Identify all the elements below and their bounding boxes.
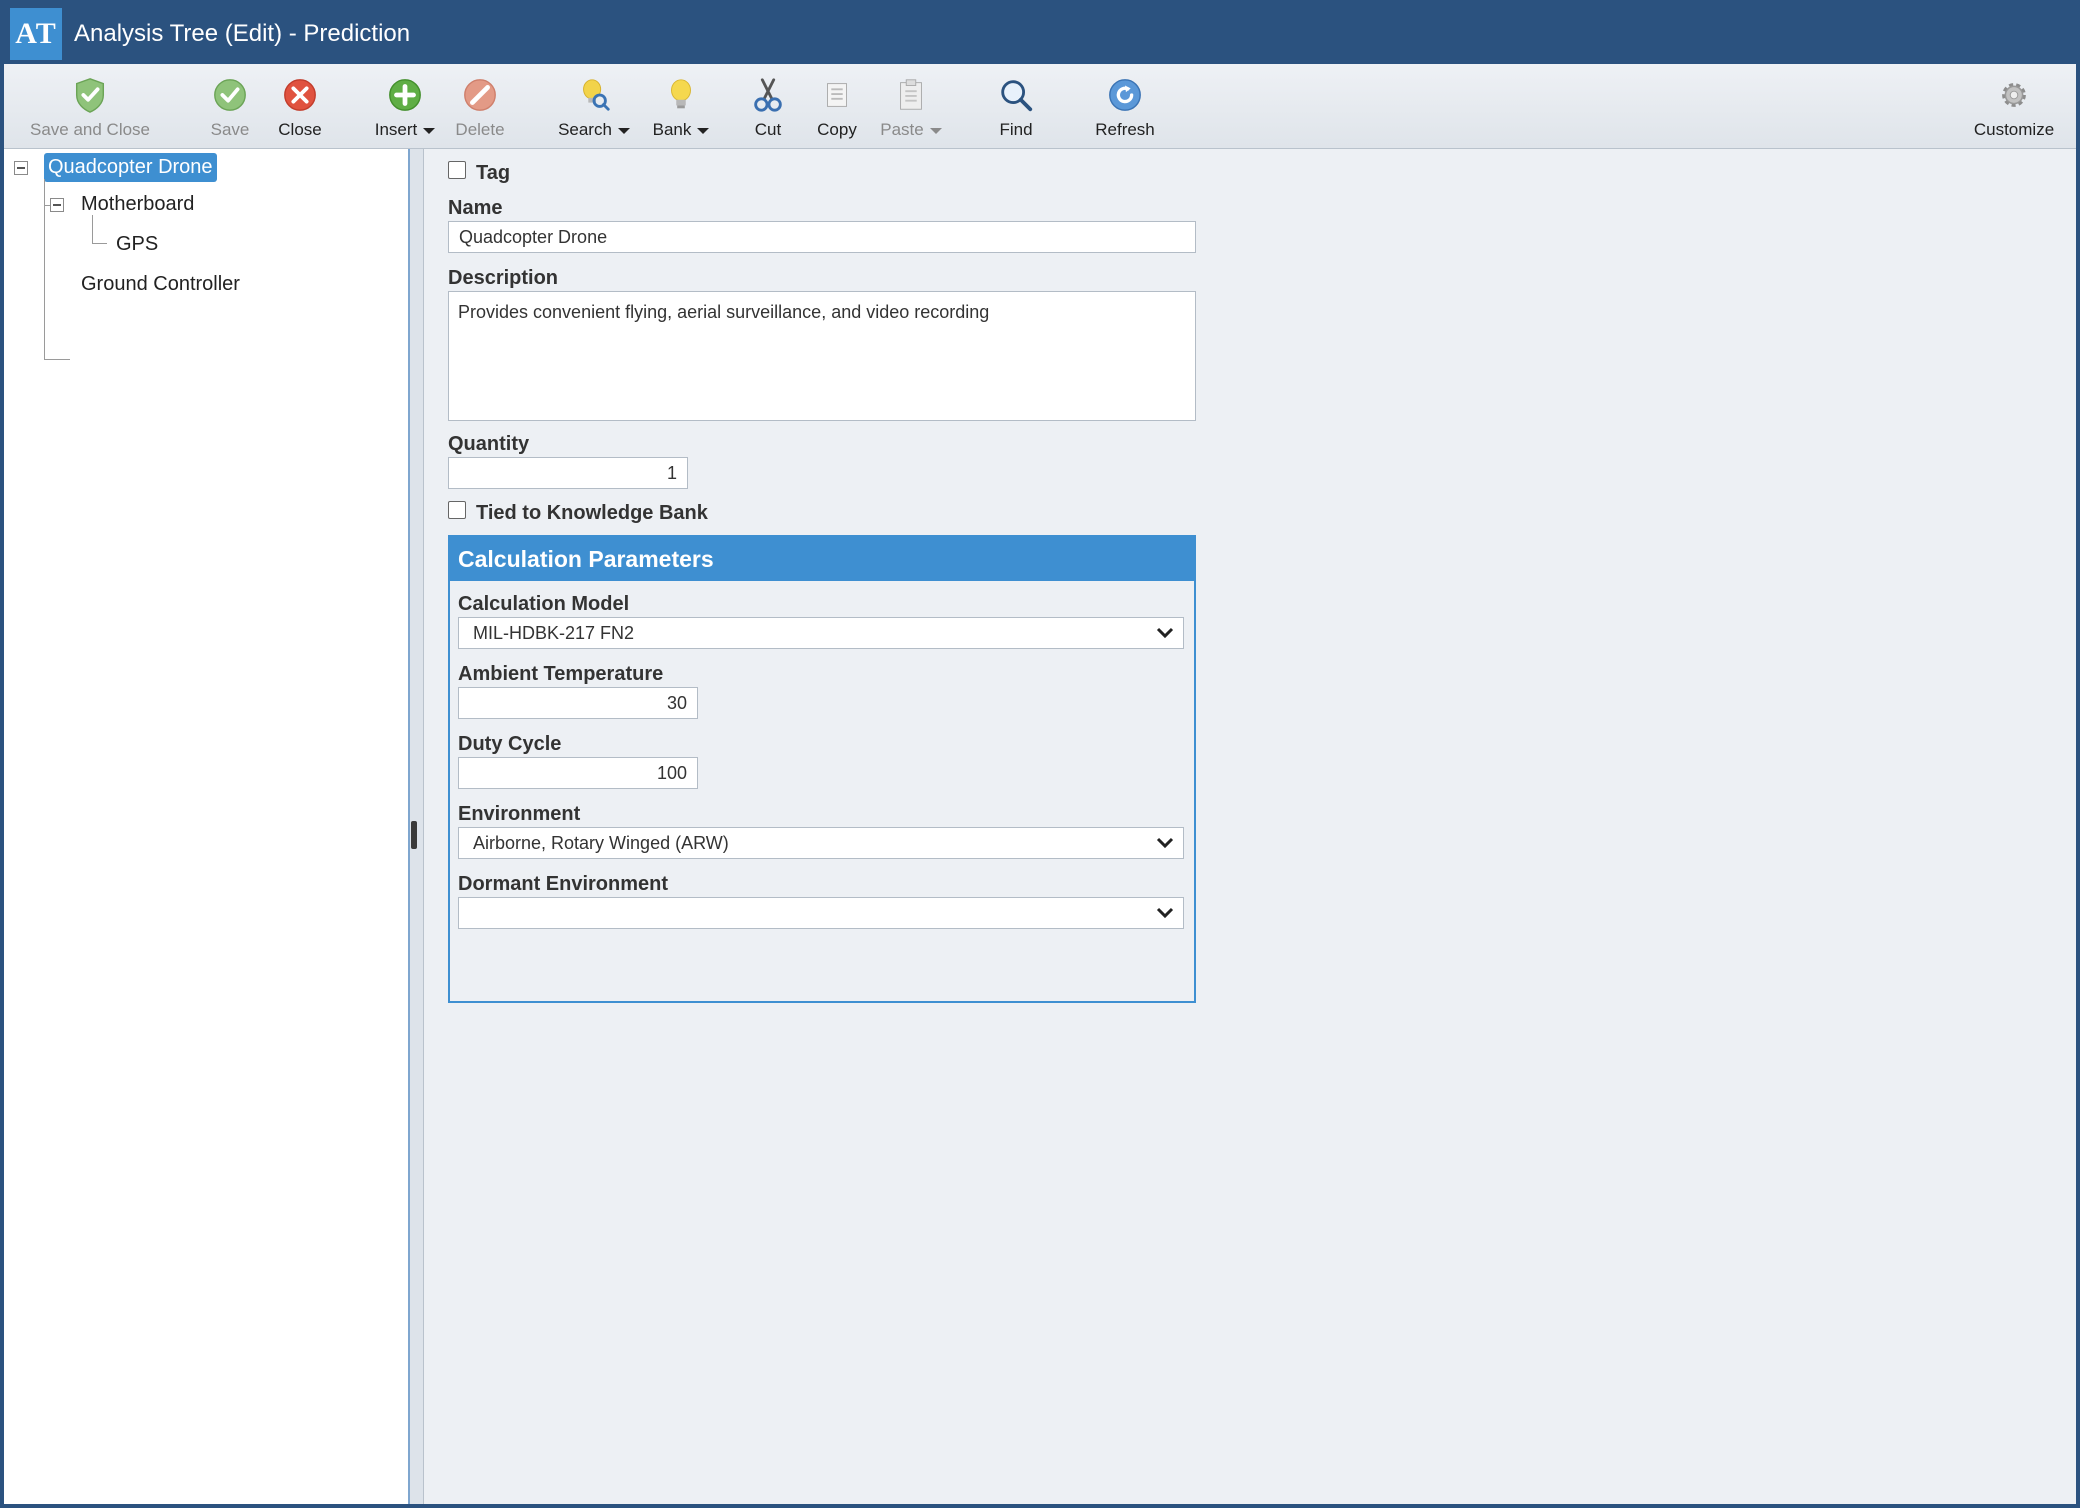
tag-checkbox[interactable] [448, 161, 466, 179]
find-button[interactable]: Find [988, 64, 1044, 148]
find-label: Find [999, 120, 1033, 139]
tied-to-knowledge-bank-label: Tied to Knowledge Bank [476, 502, 708, 524]
shield-check-icon [75, 78, 105, 113]
refresh-icon [1109, 79, 1141, 111]
properties-form: Tag Name Quadcopter Drone Description Pr… [424, 149, 2076, 1504]
chevron-down-icon [697, 127, 710, 134]
magnifier-icon [1001, 80, 1033, 112]
title-bar: AT Analysis Tree (Edit) - Prediction [4, 4, 2076, 64]
save-and-close-label: Save and Close [29, 120, 151, 139]
delete-icon [464, 79, 496, 111]
environment-value: Airborne, Rotary Winged (ARW) [473, 833, 729, 853]
splitter-grip[interactable] [411, 821, 417, 849]
calculation-model-select[interactable]: MIL-HDBK-217 FN2 [458, 617, 1184, 649]
quantity-input[interactable]: 1 [448, 457, 688, 489]
calculation-model-label: Calculation Model [458, 593, 630, 615]
collapse-icon[interactable] [14, 161, 28, 175]
save-button[interactable]: Save [204, 64, 256, 148]
close-button[interactable]: Close [272, 64, 328, 148]
description-textarea[interactable]: Provides convenient flying, aerial surve… [448, 291, 1196, 421]
insert-button[interactable]: Insert [370, 64, 440, 148]
collapse-icon[interactable] [50, 198, 64, 212]
bank-label: Bank [652, 120, 692, 139]
pane-splitter[interactable] [408, 149, 424, 1504]
app-window: AT Analysis Tree (Edit) - Prediction Sav… [0, 0, 2080, 1508]
paste-button[interactable]: Paste [876, 64, 946, 148]
tag-label: Tag [476, 162, 511, 184]
paste-label: Paste [880, 120, 924, 139]
clipboard-icon [900, 79, 922, 110]
tree-line [92, 215, 107, 244]
panel-border [448, 1001, 1196, 1003]
name-label: Name [448, 197, 503, 219]
description-label: Description [448, 267, 559, 289]
tree-node-gps[interactable]: GPS [116, 233, 158, 256]
ambient-temperature-label: Ambient Temperature [458, 663, 664, 685]
chevron-down-icon [617, 127, 630, 134]
delete-button[interactable]: Delete [452, 64, 508, 148]
add-icon [389, 79, 421, 111]
close-label: Close [278, 120, 322, 139]
toolbar: Save and Close Save Close Insert Delete … [4, 64, 2076, 149]
copy-label: Copy [817, 120, 857, 139]
search-label: Search [558, 120, 612, 139]
environment-label: Environment [458, 803, 581, 825]
chevron-down-icon [929, 127, 942, 134]
window-title: Analysis Tree (Edit) - Prediction [74, 20, 411, 47]
scissors-icon [754, 78, 782, 112]
chevron-down-icon [423, 127, 436, 134]
copy-icon [827, 83, 847, 107]
duty-cycle-input[interactable]: 100 [458, 757, 698, 789]
name-input[interactable]: Quadcopter Drone [448, 221, 1196, 253]
insert-label: Insert [374, 120, 418, 139]
delete-label: Delete [455, 120, 505, 139]
copy-button[interactable]: Copy [810, 64, 864, 148]
close-icon [284, 79, 316, 111]
environment-select[interactable]: Airborne, Rotary Winged (ARW) [458, 827, 1184, 859]
tied-to-knowledge-bank-checkbox[interactable] [448, 501, 466, 519]
dormant-environment-label: Dormant Environment [458, 873, 669, 895]
tree-node-quadcopter-drone[interactable]: Quadcopter Drone [44, 153, 217, 182]
customize-label: Customize [1973, 120, 2055, 139]
cut-button[interactable]: Cut [742, 64, 794, 148]
app-logo: AT [10, 8, 62, 60]
save-and-close-button[interactable]: Save and Close [20, 64, 160, 148]
dormant-environment-select[interactable] [458, 897, 1184, 929]
gear-icon [2002, 83, 2026, 107]
chevron-down-icon [1156, 627, 1174, 639]
search-button[interactable]: Search [554, 64, 634, 148]
duty-cycle-label: Duty Cycle [458, 733, 562, 755]
cut-label: Cut [754, 120, 782, 139]
refresh-button[interactable]: Refresh [1090, 64, 1160, 148]
calculation-parameters-header: Calculation Parameters [450, 537, 1194, 581]
check-circle-icon [214, 79, 246, 111]
calculation-model-value: MIL-HDBK-217 FN2 [473, 623, 635, 643]
bank-button[interactable]: Bank [648, 64, 714, 148]
analysis-tree: Quadcopter Drone Motherboard GPS Ground … [4, 149, 408, 1504]
save-label: Save [210, 120, 250, 139]
search-bulb-icon [583, 79, 610, 111]
quantity-label: Quantity [448, 433, 530, 455]
chevron-down-icon [1156, 837, 1174, 849]
refresh-label: Refresh [1095, 120, 1155, 139]
tree-line [44, 359, 70, 360]
calculation-parameters-panel: Calculation Parameters Calculation Model… [448, 535, 1196, 1003]
lightbulb-icon [671, 79, 691, 109]
tree-node-ground-controller[interactable]: Ground Controller [81, 273, 240, 296]
chevron-down-icon [1156, 907, 1174, 919]
tree-node-motherboard[interactable]: Motherboard [81, 193, 194, 216]
customize-button[interactable]: Customize [1970, 64, 2058, 148]
ambient-temperature-input[interactable]: 30 [458, 687, 698, 719]
tree-line [44, 179, 45, 359]
